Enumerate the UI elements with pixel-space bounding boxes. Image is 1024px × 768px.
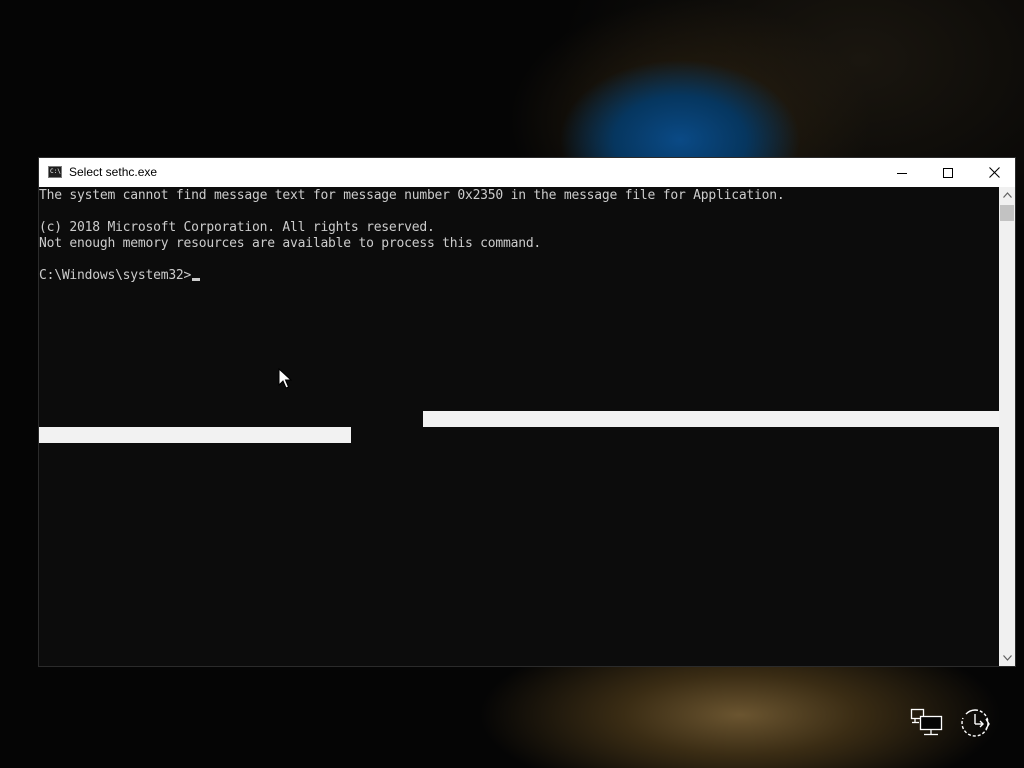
mouse-pointer-icon xyxy=(278,368,292,389)
command-prompt-window[interactable]: C:\ Select sethc.exe The system cannot f… xyxy=(38,157,1016,667)
scroll-up-button[interactable] xyxy=(999,187,1015,203)
network-icon xyxy=(910,708,943,736)
selection-highlight xyxy=(39,427,351,443)
text-cursor xyxy=(192,278,201,281)
console-line-memory: Not enough memory resources are availabl… xyxy=(39,236,542,251)
console-prompt: C:\Windows\system32> xyxy=(39,268,192,283)
close-icon xyxy=(988,167,1000,178)
close-button[interactable] xyxy=(971,158,1017,187)
scroll-thumb[interactable] xyxy=(1000,205,1014,221)
chevron-up-icon xyxy=(1002,192,1012,198)
chevron-down-icon xyxy=(1002,655,1012,661)
console-output[interactable]: The system cannot find message text for … xyxy=(39,187,999,666)
window-title: Select sethc.exe xyxy=(69,165,158,179)
minimize-button[interactable] xyxy=(879,158,925,187)
cmd-icon-glyph: C:\ xyxy=(50,168,61,175)
scroll-down-button[interactable] xyxy=(999,650,1015,666)
console-line-error: The system cannot find message text for … xyxy=(39,188,785,203)
vertical-scrollbar[interactable] xyxy=(999,187,1015,666)
console-line-copyright: (c) 2018 Microsoft Corporation. All righ… xyxy=(39,220,435,235)
ease-of-access-button[interactable] xyxy=(956,704,994,742)
ease-of-access-icon xyxy=(961,709,990,737)
maximize-button[interactable] xyxy=(925,158,971,187)
login-screen-background: C:\ Select sethc.exe The system cannot f… xyxy=(0,0,1024,768)
window-titlebar[interactable]: C:\ Select sethc.exe xyxy=(39,158,1015,187)
network-button[interactable] xyxy=(908,704,946,742)
maximize-icon xyxy=(943,167,953,178)
cmd-icon: C:\ xyxy=(48,166,62,178)
minimize-icon xyxy=(897,172,907,174)
selection-highlight xyxy=(423,411,999,427)
console-prompt-line[interactable]: C:\Windows\system32> xyxy=(39,268,201,284)
